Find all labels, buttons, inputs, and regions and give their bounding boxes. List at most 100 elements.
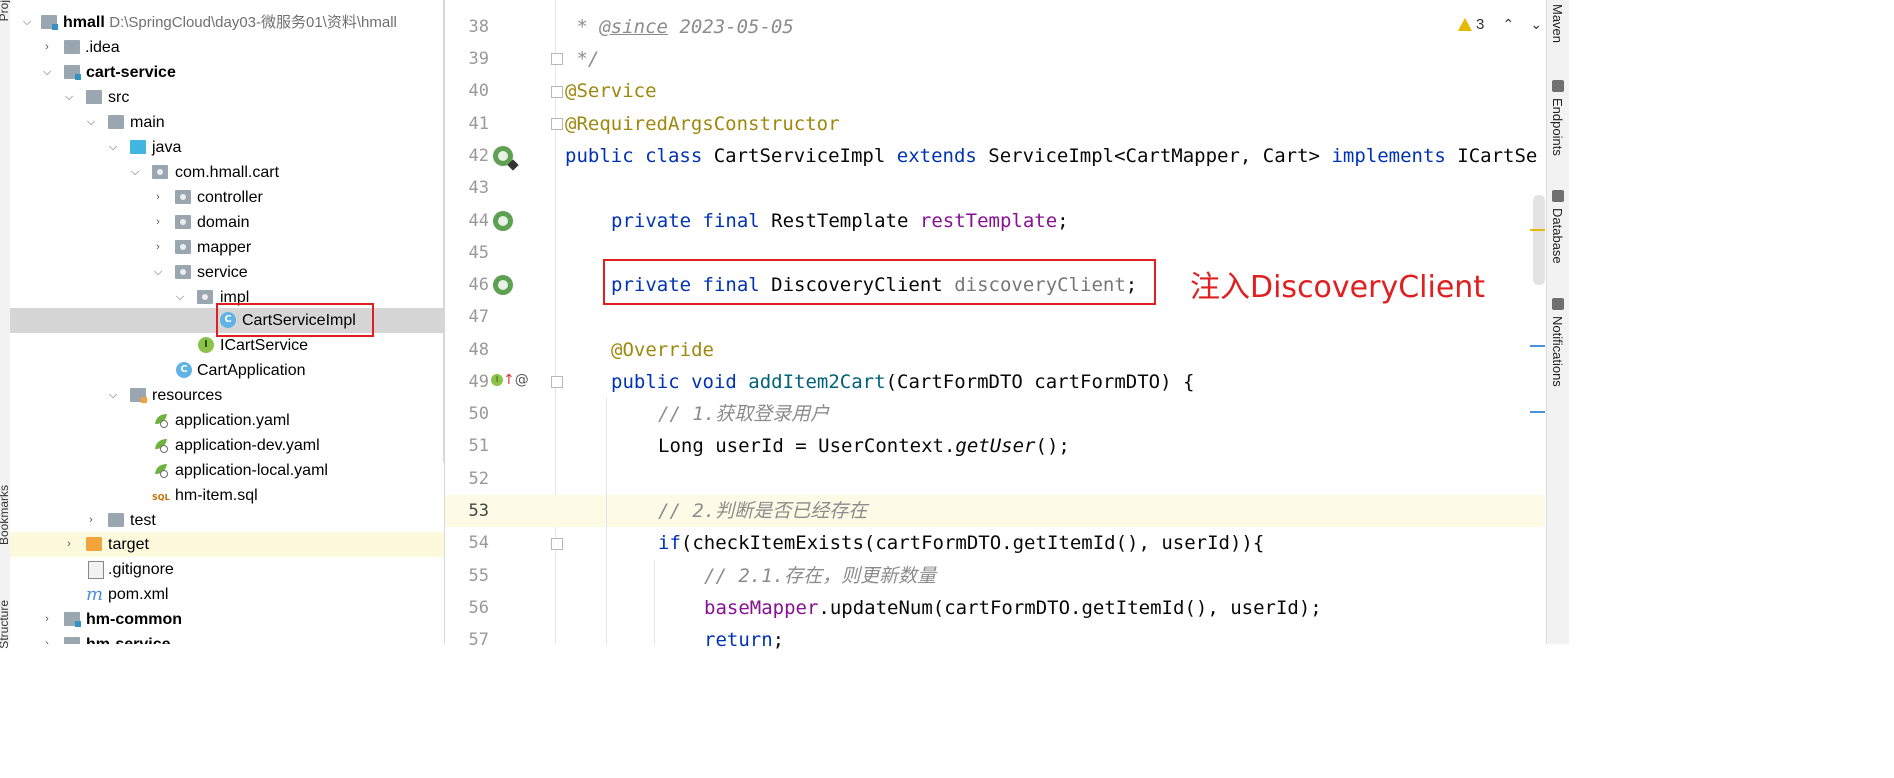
override-gutter-icons[interactable]: I ↑@	[491, 372, 531, 394]
module-folder-icon	[64, 612, 81, 627]
code-line-41[interactable]: @RequiredArgsConstructor	[565, 108, 840, 140]
implements-icon[interactable]: I	[491, 374, 503, 386]
tree-node-hmall[interactable]: ⌵ hmall D:\SpringCloud\day03-微服务01\资料\hm…	[10, 10, 444, 35]
tree-node-resources[interactable]: ⌵ resources	[10, 383, 444, 408]
next-highlight-icon[interactable]: ⌄	[1530, 16, 1542, 32]
tree-node-java[interactable]: ⌵ java	[10, 135, 444, 160]
up-arrow-icon[interactable]: ↑	[503, 372, 515, 388]
usage-marker[interactable]	[1530, 345, 1545, 347]
spring-bean-gutter-icon[interactable]	[493, 275, 513, 295]
folder-icon	[64, 40, 80, 54]
fold-marker-icon[interactable]	[551, 118, 563, 130]
code-line-42[interactable]: public class CartServiceImpl extends Ser…	[565, 140, 1537, 172]
tree-node-hm-service[interactable]: › hm-service	[10, 632, 444, 644]
fold-marker-icon[interactable]	[551, 538, 563, 550]
database-tool-tab[interactable]: Database	[1550, 208, 1565, 264]
tree-node-application-local-yaml[interactable]: application-local.yaml	[10, 458, 444, 483]
spring-bean-gutter-icon[interactable]	[493, 146, 519, 171]
chevron-right-icon[interactable]: ›	[84, 508, 98, 533]
previous-highlight-icon[interactable]: ⌃	[1503, 16, 1515, 32]
tree-node-main[interactable]: ⌵ main	[10, 110, 444, 135]
code-line-39[interactable]: */	[565, 43, 599, 75]
chevron-down-icon[interactable]: ⌵	[20, 10, 34, 35]
tree-node-controller[interactable]: › controller	[10, 185, 444, 210]
code-line-57[interactable]: return;	[704, 624, 784, 656]
tree-node-label: java	[152, 139, 182, 156]
code-line-55[interactable]: // 2.1.存在，则更新数量	[704, 560, 936, 592]
line-number: 41	[468, 114, 489, 134]
tree-node-target[interactable]: › target	[10, 532, 444, 557]
chevron-right-icon[interactable]: ›	[40, 632, 54, 644]
tree-node-domain[interactable]: › domain	[10, 210, 444, 235]
fold-marker-icon[interactable]	[551, 376, 563, 388]
fold-marker-icon[interactable]	[551, 86, 563, 98]
tree-node-label: src	[108, 89, 130, 106]
fold-marker-icon[interactable]	[551, 53, 563, 65]
tree-node-cartapplication[interactable]: C CartApplication	[10, 358, 444, 383]
chevron-down-icon[interactable]: ⌵	[151, 260, 165, 285]
tree-node-label: controller	[197, 189, 263, 206]
usage-marker[interactable]	[1530, 411, 1545, 413]
editor-scrollbar-thumb[interactable]	[1533, 195, 1545, 285]
spring-bean-gutter-icon[interactable]	[493, 211, 513, 231]
tree-node-label: cart-service	[86, 64, 176, 81]
chevron-right-icon[interactable]: ›	[151, 185, 165, 210]
source-folder-icon	[130, 140, 146, 154]
bell-icon	[1552, 298, 1564, 310]
endpoints-tool-tab[interactable]: Endpoints	[1550, 98, 1565, 156]
chevron-right-icon[interactable]: ›	[40, 607, 54, 632]
tree-node-gitignore[interactable]: .gitignore	[10, 557, 444, 582]
tree-node-application-yaml[interactable]: application.yaml	[10, 408, 444, 433]
tree-node-application-dev-yaml[interactable]: application-dev.yaml	[10, 433, 444, 458]
tree-node-cart-service[interactable]: ⌵ cart-service	[10, 60, 444, 85]
chevron-down-icon[interactable]: ⌵	[106, 135, 120, 160]
code-line-48[interactable]: @Override	[611, 334, 714, 366]
tree-node-label: domain	[197, 214, 250, 231]
code-line-44[interactable]: private final RestTemplate restTemplate;	[611, 205, 1069, 237]
tree-node-idea[interactable]: › .idea	[10, 35, 444, 60]
inspection-widget[interactable]: 3 ⌃ ⌄	[1458, 16, 1542, 38]
tree-node-mapper[interactable]: › mapper	[10, 235, 444, 260]
module-folder-icon	[64, 637, 80, 644]
chevron-down-icon[interactable]: ⌵	[40, 60, 54, 85]
tree-node-test[interactable]: › test	[10, 508, 444, 533]
code-line-53[interactable]: // 2.判断是否已经存在	[658, 495, 867, 527]
line-number: 54	[468, 533, 489, 553]
indent-guide	[606, 398, 607, 644]
tree-node-com-hmall-cart[interactable]: ⌵ com.hmall.cart	[10, 160, 444, 185]
chevron-down-icon[interactable]: ⌵	[173, 285, 187, 310]
tree-node-pom-xml[interactable]: m pom.xml	[10, 582, 444, 607]
chevron-down-icon[interactable]: ⌵	[84, 110, 98, 135]
chevron-down-icon[interactable]: ⌵	[106, 383, 120, 408]
tree-node-hm-common[interactable]: › hm-common	[10, 607, 444, 632]
tree-node-label: hmall	[63, 14, 105, 31]
tree-node-src[interactable]: ⌵ src	[10, 85, 444, 110]
code-line-54[interactable]: if(checkItemExists(cartFormDTO.getItemId…	[658, 527, 1264, 559]
warning-marker[interactable]	[1530, 229, 1545, 231]
right-tool-strip: Maven Endpoints Database Notifications	[1546, 0, 1569, 644]
tree-node-hm-item-sql[interactable]: SQL hm-item.sql	[10, 483, 444, 508]
code-line-56[interactable]: baseMapper.updateNum(cartFormDTO.getItem…	[704, 592, 1322, 624]
code-line-49[interactable]: public void addItem2Cart(CartFormDTO car…	[611, 366, 1194, 398]
endpoints-icon	[1552, 80, 1564, 92]
code-line-38[interactable]: * @since 2023-05-05	[565, 11, 793, 43]
chevron-right-icon[interactable]: ›	[40, 35, 54, 60]
tree-node-icartservice[interactable]: I ICartService	[10, 333, 444, 358]
tree-node-label: .gitignore	[108, 561, 174, 578]
spring-class-icon: C	[176, 362, 192, 378]
line-number: 49	[468, 372, 489, 392]
code-line-40[interactable]: @Service	[565, 75, 657, 107]
code-line-50[interactable]: // 1.获取登录用户	[658, 398, 829, 430]
notifications-tool-tab[interactable]: Notifications	[1550, 316, 1565, 387]
maven-tool-tab[interactable]: Maven	[1550, 4, 1565, 43]
chevron-down-icon[interactable]: ⌵	[128, 160, 142, 185]
code-line-51[interactable]: Long userId = UserContext.getUser();	[658, 430, 1070, 462]
chevron-right-icon[interactable]: ›	[62, 532, 76, 557]
chevron-right-icon[interactable]: ›	[151, 210, 165, 235]
tree-node-label: mapper	[197, 239, 252, 256]
chevron-right-icon[interactable]: ›	[151, 235, 165, 260]
package-icon	[175, 240, 191, 254]
chevron-down-icon[interactable]: ⌵	[62, 85, 76, 110]
tree-node-service[interactable]: ⌵ service	[10, 260, 444, 285]
at-icon[interactable]: @	[515, 372, 529, 388]
